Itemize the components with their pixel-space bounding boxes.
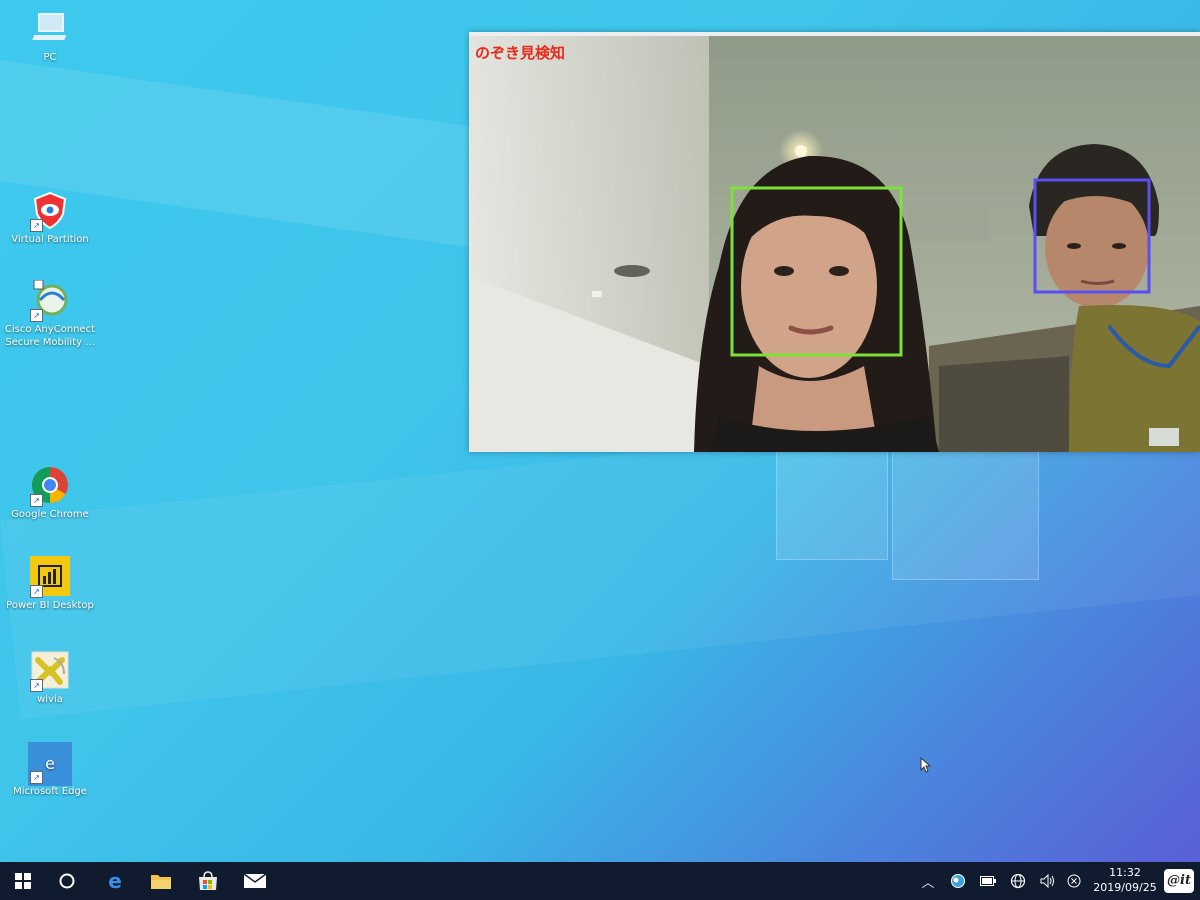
desktop-icon-label: Microsoft Edge xyxy=(13,786,87,797)
desktop-icon-microsoft-edge[interactable]: e ↗ Microsoft Edge xyxy=(2,742,98,798)
network-tray-button[interactable] xyxy=(1004,862,1032,900)
battery-icon xyxy=(980,876,996,886)
taskbar-clock[interactable]: 11:32 2019/09/25 xyxy=(1090,865,1160,895)
desktop-icon-label: PC xyxy=(43,52,57,63)
shortcut-arrow-icon: ↗ xyxy=(30,771,43,784)
show-hidden-icons-button[interactable]: ︿ xyxy=(914,862,942,900)
desktop-icon-label: wivia xyxy=(37,694,63,705)
window-title: のぞき見検知 xyxy=(475,44,566,62)
start-button[interactable] xyxy=(0,862,46,900)
camera-feed xyxy=(469,36,1200,452)
desktop-icon-google-chrome[interactable]: ↗ Google Chrome xyxy=(2,465,98,521)
desktop-icon-label: Google Chrome xyxy=(11,509,89,520)
store-button[interactable] xyxy=(185,862,231,900)
svg-text:e: e xyxy=(45,754,55,773)
clock-time: 11:32 xyxy=(1109,866,1141,879)
svg-text:e: e xyxy=(108,870,122,892)
desktop-icon-wivia[interactable]: ↗ wivia xyxy=(2,650,98,706)
windows-logo-pane xyxy=(892,450,1039,580)
edge-icon: e xyxy=(108,870,122,892)
taskbar[interactable]: e ︿ 11:32 2019/09/25 @it xyxy=(0,862,1200,900)
shield-icon: ↗ xyxy=(30,190,70,232)
onedrive-tray-button[interactable] xyxy=(944,862,972,900)
edge-icon: e ↗ xyxy=(28,742,72,786)
windows-logo-pane xyxy=(776,448,888,560)
shortcut-arrow-icon: ↗ xyxy=(30,494,43,507)
desktop-icon-pc[interactable]: PC xyxy=(2,8,98,64)
powerbi-icon: ↗ xyxy=(30,556,70,598)
start-icon xyxy=(15,873,31,889)
notification-close-icon xyxy=(1067,874,1081,888)
wivia-icon: ↗ xyxy=(30,650,70,692)
watermark-logo: @it xyxy=(1164,869,1194,893)
shortcut-arrow-icon: ↗ xyxy=(30,219,43,232)
peek-detection-window[interactable]: のぞき見検知 xyxy=(469,32,1200,452)
mouse-cursor-icon xyxy=(920,756,932,777)
battery-tray-button[interactable] xyxy=(974,862,1002,900)
mail-icon xyxy=(243,873,267,888)
chrome-icon: ↗ xyxy=(30,465,70,507)
onedrive-icon xyxy=(951,874,965,888)
volume-icon xyxy=(1040,874,1054,888)
computer-icon xyxy=(30,8,70,48)
globe-icon: ↗ xyxy=(30,279,70,322)
shortcut-arrow-icon: ↗ xyxy=(30,309,43,322)
volume-tray-button[interactable] xyxy=(1034,862,1062,900)
shortcut-arrow-icon: ↗ xyxy=(30,679,43,692)
network-icon xyxy=(1010,873,1026,889)
file-explorer-icon xyxy=(151,875,171,889)
file-explorer-button[interactable] xyxy=(138,862,184,900)
shortcut-arrow-icon: ↗ xyxy=(30,585,43,598)
desktop-icon-label: Power BI Desktop xyxy=(6,600,94,611)
notification-tray-button[interactable] xyxy=(1060,862,1088,900)
desktop-icon-cisco-anyconnect[interactable]: ↗ Cisco AnyConnect Secure Mobility ... xyxy=(2,279,98,349)
store-icon xyxy=(199,871,217,890)
taskbar-edge-button[interactable]: e xyxy=(92,862,138,900)
desktop-icon-label: Cisco AnyConnect Secure Mobility ... xyxy=(4,324,96,348)
desktop-icon-power-bi[interactable]: ↗ Power BI Desktop xyxy=(2,556,98,612)
cortana-icon xyxy=(59,873,75,889)
desktop-icon-virtual-partition[interactable]: ↗ Virtual Partition xyxy=(2,190,98,246)
desktop[interactable]: PC ↗ Virtual Partition ↗ Cisco AnyConnec… xyxy=(0,0,1200,862)
clock-date: 2019/09/25 xyxy=(1093,881,1157,894)
cortana-button[interactable] xyxy=(44,862,90,900)
mail-button[interactable] xyxy=(232,862,278,900)
desktop-icon-label: Virtual Partition xyxy=(11,234,89,245)
chevron-up-icon: ︿ xyxy=(921,875,935,891)
